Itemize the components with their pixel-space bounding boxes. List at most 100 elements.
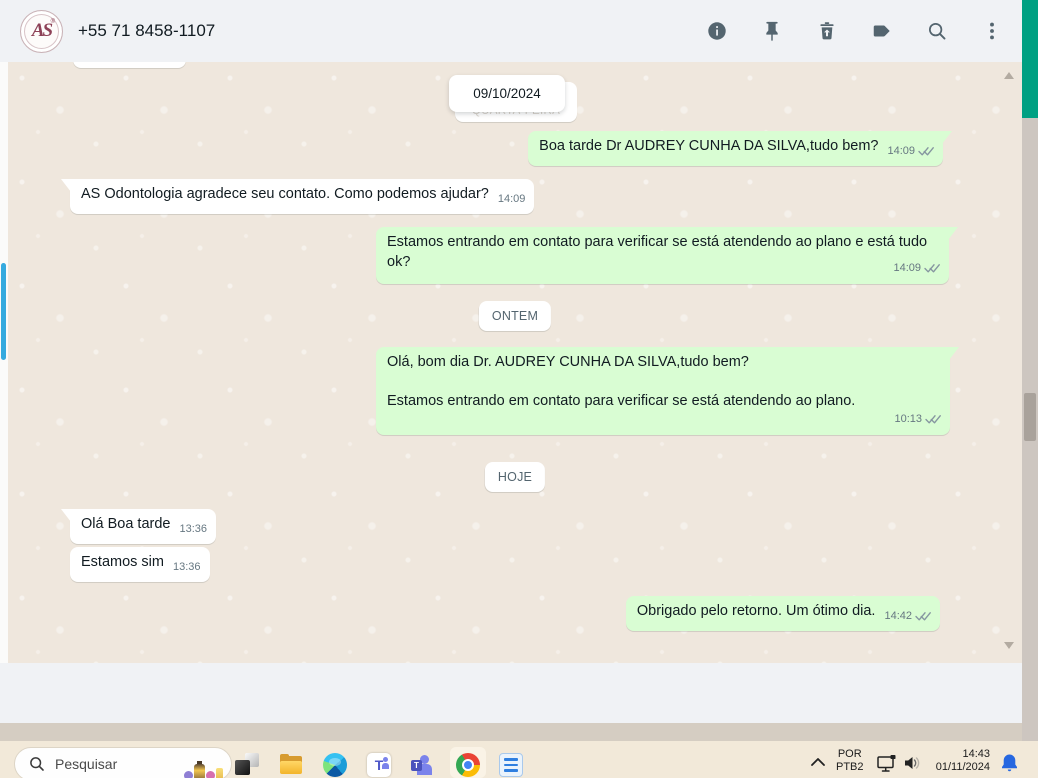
window-accent-strip	[1022, 0, 1038, 118]
tray-chevron-icon[interactable]	[810, 757, 826, 767]
chrome-icon[interactable]	[456, 753, 480, 777]
notification-bell-icon[interactable]	[1000, 753, 1019, 773]
message-text: Estamos entrando em contato para verific…	[387, 234, 928, 270]
message-meta: 10:13	[894, 410, 941, 430]
teams-icon[interactable]: T	[411, 753, 435, 777]
search-daily-image	[184, 748, 223, 778]
clock-date: 01/11/2024	[935, 761, 990, 773]
menu-icon[interactable]	[980, 19, 1004, 43]
message-time: 10:13	[894, 412, 922, 425]
double-check-icon	[925, 414, 941, 424]
search-icon	[30, 757, 44, 771]
message-meta: 13:36	[173, 558, 201, 578]
notepad-icon[interactable]	[499, 753, 523, 777]
folder-front	[280, 761, 302, 774]
message-text: Olá, bom dia Dr. AUDREY CUNHA DA SILVA,t…	[387, 354, 749, 370]
notepad-line	[504, 763, 518, 767]
message-time: 14:09	[497, 193, 526, 205]
message-meta: 14:09	[887, 142, 934, 162]
teams-letter-box: T	[411, 760, 422, 771]
page-scrollbar[interactable]	[1022, 118, 1038, 741]
message-text: Olá Boa tarde	[81, 516, 171, 532]
message-bubble[interactable]: AS Odontologia agradece seu contato. Com…	[61, 179, 535, 214]
volume-icon[interactable]	[903, 754, 923, 772]
day-divider-yesterday: ONTEM	[478, 301, 552, 331]
bubble-tail	[61, 509, 71, 522]
label-icon[interactable]	[870, 19, 894, 43]
message-bubble[interactable]: Olá Boa tarde 13:36	[61, 509, 217, 544]
keyboard-layout: PTB2	[836, 761, 864, 773]
message-time: 14:09	[887, 145, 915, 157]
delete-icon[interactable]	[815, 19, 839, 43]
network-icon[interactable]	[876, 754, 898, 774]
chat-scroll-down-arrow[interactable]	[1004, 642, 1014, 649]
message-bubble[interactable]: Boa tarde Dr AUDREY CUNHA DA SILVA,tudo …	[528, 131, 952, 166]
message-bubble[interactable]: Obrigado pelo retorno. Um ótimo dia. 14:4…	[625, 596, 940, 631]
flower-decoration	[206, 771, 215, 778]
contact-phone-title[interactable]: +55 71 8458-1107	[78, 21, 215, 41]
chrome-blue-center	[464, 761, 472, 769]
language-code: POR	[837, 748, 862, 760]
message-meta: 14:09	[893, 259, 940, 279]
chat-scroll-up-arrow[interactable]	[1004, 72, 1014, 79]
teams-person-head	[383, 757, 388, 762]
message-bubble[interactable]: Olá, bom dia Dr. AUDREY CUNHA DA SILVA,t…	[376, 347, 959, 435]
candle-decoration	[216, 768, 223, 778]
message-meta: 14:42	[884, 607, 931, 627]
bubble-tail	[942, 131, 952, 144]
double-check-icon	[915, 612, 931, 621]
lantern-decoration	[194, 761, 205, 778]
partial-message-bubble	[73, 62, 186, 68]
chat-header: AS ® +55 71 8458-1107	[0, 0, 1022, 62]
message-time: 13:36	[179, 523, 208, 535]
edge-logo	[323, 753, 347, 777]
bubble-tail	[948, 227, 958, 240]
message-meta: 14:09	[498, 190, 526, 210]
info-icon[interactable]	[705, 19, 729, 43]
chat-area: QUARTA-FEIRA 09/10/2024 Boa tarde Dr AUD…	[8, 62, 1022, 663]
double-check-icon	[924, 263, 940, 273]
message-text: Boa tarde Dr AUDREY CUNHA DA SILVA,tudo …	[539, 138, 879, 154]
file-explorer-icon[interactable]	[279, 753, 303, 777]
avatar-initials: AS	[31, 20, 53, 41]
message-time: 13:36	[173, 561, 201, 573]
teams-chat-icon[interactable]: T	[367, 753, 391, 777]
pin-icon[interactable]	[760, 19, 784, 43]
notepad-line	[504, 769, 518, 773]
flower-decoration	[184, 771, 193, 778]
date-tooltip: 09/10/2024	[449, 75, 565, 112]
chrome-logo	[456, 753, 480, 777]
message-text: Obrigado pelo retorno. Um ótimo dia.	[636, 603, 876, 619]
teams-person-body	[382, 763, 389, 769]
header-actions	[705, 19, 1004, 43]
bubble-tail	[61, 179, 71, 192]
double-check-icon	[918, 147, 934, 156]
composer-bar	[0, 663, 1022, 723]
chatlist-scrollbar-thumb[interactable]	[1, 263, 6, 360]
whatsapp-window: AS ® +55 71 8458-1107 09/10/2024 Boa tar…	[0, 0, 1038, 778]
clock-time: 14:43	[962, 748, 990, 760]
task-view-icon[interactable]	[235, 753, 259, 777]
message-text: Estamos sim	[81, 554, 164, 570]
edge-icon[interactable]	[323, 753, 347, 777]
message-meta: 13:36	[179, 520, 207, 540]
taskbar-search-input[interactable]	[55, 756, 147, 772]
message-time: 14:09	[893, 261, 921, 274]
tray-clock[interactable]: 14:43 01/11/2024	[925, 748, 990, 774]
language-indicator[interactable]: POR PTB2	[836, 748, 864, 774]
message-text: Estamos entrando em contato para verific…	[387, 392, 856, 409]
windows-taskbar: T T POR PTB2	[0, 741, 1038, 778]
notepad-line	[504, 758, 518, 761]
message-time: 14:42	[884, 610, 912, 622]
bubble-tail	[949, 347, 959, 360]
contact-avatar[interactable]: AS ®	[20, 9, 63, 53]
avatar-trademark: ®	[50, 18, 55, 25]
chatlist-edge-strip	[0, 62, 8, 663]
message-bubble[interactable]: Estamos sim 13:36	[70, 547, 210, 582]
page-scrollbar-thumb[interactable]	[1024, 393, 1036, 441]
search-icon[interactable]	[925, 19, 949, 43]
taskbar-search[interactable]	[14, 747, 232, 778]
message-bubble[interactable]: Estamos entrando em contato para verific…	[376, 227, 958, 284]
message-text: AS Odontologia agradece seu contato. Com…	[81, 186, 489, 202]
task-view-front-square	[235, 760, 250, 775]
